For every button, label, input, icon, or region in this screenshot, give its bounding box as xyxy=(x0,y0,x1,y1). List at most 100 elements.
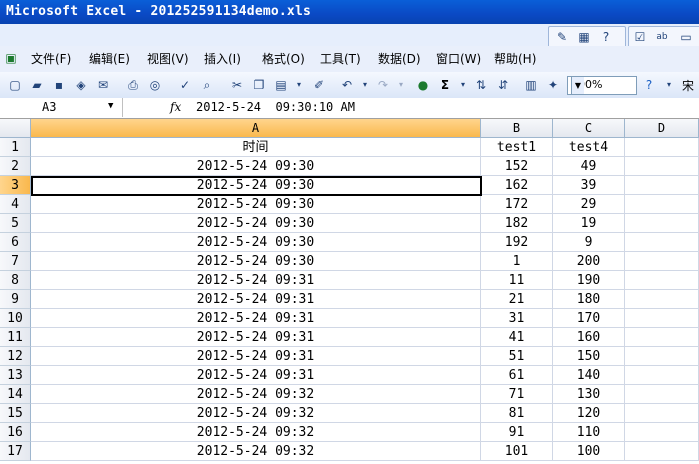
row-header[interactable]: 8 xyxy=(0,271,31,290)
checkbox-control-icon[interactable]: ☑ xyxy=(631,28,649,46)
row-header[interactable]: 2 xyxy=(0,157,31,176)
cut-icon[interactable]: ✂ xyxy=(228,76,246,94)
cell-a[interactable]: 2012-5-24 09:32 xyxy=(31,404,481,423)
help-icon[interactable]: ? xyxy=(640,76,658,94)
zoom-dropdown-icon[interactable]: ▼ xyxy=(571,77,584,94)
chart-icon[interactable]: ▥ xyxy=(522,76,540,94)
cell-b[interactable]: 71 xyxy=(481,385,553,404)
row-header[interactable]: 14 xyxy=(0,385,31,404)
cell-b[interactable]: 31 xyxy=(481,309,553,328)
row-header[interactable]: 17 xyxy=(0,442,31,461)
print-preview-icon[interactable]: ◎ xyxy=(146,76,164,94)
column-header-d[interactable]: D xyxy=(625,119,699,138)
format-painter-icon[interactable]: ✐ xyxy=(310,76,328,94)
cell-d[interactable] xyxy=(625,442,699,461)
cell-a[interactable]: 2012-5-24 09:31 xyxy=(31,366,481,385)
cell-a[interactable]: 2012-5-24 09:32 xyxy=(31,385,481,404)
cell-c[interactable]: 150 xyxy=(553,347,625,366)
cell-b[interactable]: 51 xyxy=(481,347,553,366)
cell-c[interactable]: 110 xyxy=(553,423,625,442)
cell-a[interactable]: 2012-5-24 09:32 xyxy=(31,442,481,461)
permission-icon[interactable]: ◈ xyxy=(72,76,90,94)
undo-icon[interactable]: ↶ xyxy=(338,76,356,94)
column-header-c[interactable]: C xyxy=(553,119,625,138)
redo-dropdown-icon[interactable]: ▾ xyxy=(392,76,410,94)
cell-c[interactable]: 160 xyxy=(553,328,625,347)
cell-a[interactable]: 2012-5-24 09:30 xyxy=(31,214,481,233)
sort-ascending-icon[interactable]: ⇅ xyxy=(472,76,490,94)
edit-icon[interactable]: ✎ xyxy=(553,28,571,46)
name-box-dropdown-icon[interactable]: ▼ xyxy=(108,101,113,111)
row-header[interactable]: 5 xyxy=(0,214,31,233)
research-icon[interactable]: ⌕ xyxy=(198,76,216,94)
toolbar-options-icon[interactable]: ▾ xyxy=(660,76,678,94)
cell-b[interactable]: 61 xyxy=(481,366,553,385)
cell-a[interactable]: 2012-5-24 09:30 xyxy=(31,233,481,252)
spelling-icon[interactable]: ✓ xyxy=(176,76,194,94)
menu-format[interactable]: 格式(O) xyxy=(262,50,305,67)
fx-icon[interactable]: fx xyxy=(170,100,181,114)
menu-edit[interactable]: 编辑(E) xyxy=(89,50,130,67)
menu-file[interactable]: 文件(F) xyxy=(31,50,71,67)
row-header[interactable]: 1 xyxy=(0,138,31,157)
chart-wizard-icon[interactable]: ▦ xyxy=(575,28,593,46)
undo-dropdown-icon[interactable]: ▾ xyxy=(356,76,374,94)
cell-b[interactable]: test1 xyxy=(481,138,553,157)
row-header[interactable]: 11 xyxy=(0,328,31,347)
row-header[interactable]: 4 xyxy=(0,195,31,214)
cell-d[interactable] xyxy=(625,271,699,290)
help-tool-icon[interactable]: ? xyxy=(597,28,615,46)
cell-d[interactable] xyxy=(625,423,699,442)
cell-c[interactable]: 130 xyxy=(553,385,625,404)
cell-c[interactable]: 29 xyxy=(553,195,625,214)
cell-a[interactable]: 2012-5-24 09:32 xyxy=(31,423,481,442)
cell-a[interactable]: 2012-5-24 09:30 xyxy=(31,252,481,271)
cell-d[interactable] xyxy=(625,290,699,309)
cell-b[interactable]: 152 xyxy=(481,157,553,176)
row-header[interactable]: 9 xyxy=(0,290,31,309)
cell-d[interactable] xyxy=(625,157,699,176)
cell-b[interactable]: 41 xyxy=(481,328,553,347)
cell-b[interactable]: 91 xyxy=(481,423,553,442)
paste-icon[interactable]: ▤ xyxy=(272,76,290,94)
row-header[interactable]: 10 xyxy=(0,309,31,328)
cell-b[interactable]: 172 xyxy=(481,195,553,214)
cell-c[interactable]: 120 xyxy=(553,404,625,423)
zoom-select[interactable]: 100% ▼ xyxy=(567,76,637,95)
menu-view[interactable]: 视图(V) xyxy=(147,50,189,67)
cell-b[interactable]: 81 xyxy=(481,404,553,423)
row-header[interactable]: 3 xyxy=(0,176,31,195)
copy-icon[interactable]: ❐ xyxy=(250,76,268,94)
menu-tools[interactable]: 工具(T) xyxy=(320,50,361,67)
cell-d[interactable] xyxy=(625,347,699,366)
menu-insert[interactable]: 插入(I) xyxy=(204,50,241,67)
cell-d[interactable] xyxy=(625,214,699,233)
cell-c[interactable]: 100 xyxy=(553,442,625,461)
cell-a[interactable]: 2012-5-24 09:30 xyxy=(31,157,481,176)
cell-c[interactable]: 190 xyxy=(553,271,625,290)
cell-c[interactable]: 19 xyxy=(553,214,625,233)
print-icon[interactable]: ⎙ xyxy=(124,76,142,94)
row-header[interactable]: 6 xyxy=(0,233,31,252)
cell-c[interactable]: 9 xyxy=(553,233,625,252)
cell-b[interactable]: 101 xyxy=(481,442,553,461)
menu-window[interactable]: 窗口(W) xyxy=(436,50,481,67)
cell-a[interactable]: 时间 xyxy=(31,138,481,157)
cell-b[interactable]: 162 xyxy=(481,176,553,195)
cell-a[interactable]: 2012-5-24 09:31 xyxy=(31,271,481,290)
name-box[interactable]: A3 ▼ xyxy=(0,98,123,117)
autosum-dropdown-icon[interactable]: ▾ xyxy=(454,76,472,94)
font-name-partial[interactable]: 宋 xyxy=(682,77,694,94)
column-header-a[interactable]: A xyxy=(31,119,481,138)
cell-a[interactable]: 2012-5-24 09:30 xyxy=(31,176,481,195)
cell-d[interactable] xyxy=(625,366,699,385)
cell-b[interactable]: 11 xyxy=(481,271,553,290)
autosum-icon[interactable]: Σ xyxy=(436,76,454,94)
cell-d[interactable] xyxy=(625,138,699,157)
cell-c[interactable]: 180 xyxy=(553,290,625,309)
cell-c[interactable]: 39 xyxy=(553,176,625,195)
cell-d[interactable] xyxy=(625,328,699,347)
column-header-b[interactable]: B xyxy=(481,119,553,138)
new-icon[interactable]: ▢ xyxy=(6,76,24,94)
cell-b[interactable]: 1 xyxy=(481,252,553,271)
